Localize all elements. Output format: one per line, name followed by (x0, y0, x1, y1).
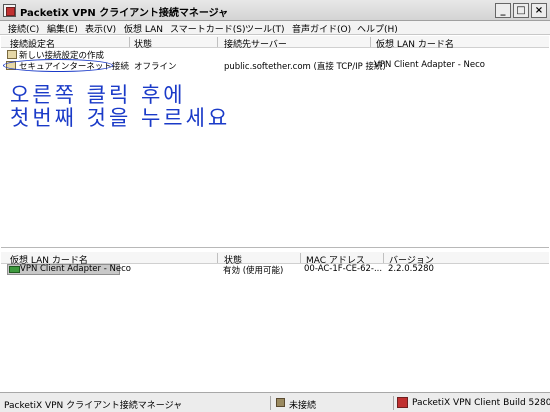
menu-edit[interactable]: 編集(E) (47, 22, 78, 35)
network-adapter-icon (9, 266, 20, 273)
menu-smartcard[interactable]: スマートカード(S) (170, 22, 245, 35)
status-build: PacketiX VPN Client Build 5280 (412, 398, 550, 408)
adapter-mac: 00-AC-1F-CE-62-... (304, 264, 383, 274)
new-connection-icon (7, 50, 17, 59)
annotation-line-2: 첫번째 것을 누르세요 (10, 106, 231, 130)
status-app-name: PacketiX VPN クライアント接続マネージャ (4, 401, 183, 411)
list-item-adapter[interactable]: VPN Client Adapter - Neco 有効 (使用可能) 00-A… (1, 264, 549, 276)
menu-connection[interactable]: 接続(C) (8, 22, 39, 35)
packetix-logo-icon (397, 397, 408, 408)
connection-list-header: 接続設定名 状態 接続先サーバー 仮想 LAN カード名 (1, 36, 549, 50)
adapter-status: 有効 (使用可能) (223, 266, 284, 276)
menu-tools[interactable]: ツール(T) (245, 22, 285, 35)
minimize-button[interactable]: _ (495, 3, 511, 18)
menu-bar: 接続(C) 編集(E) 表示(V) 仮想 LAN スマートカード(S) ツール(… (0, 21, 550, 35)
app-icon (3, 4, 16, 17)
adapter-version: 2.2.0.5280 (388, 264, 434, 274)
status-bar: PacketiX VPN クライアント接続マネージャ 未接続 PacketiX … (0, 392, 550, 412)
maximize-button[interactable]: □ (513, 3, 529, 18)
connection-status: オフライン (134, 62, 177, 72)
menu-voice-guide[interactable]: 音声ガイド(O) (292, 22, 351, 35)
window-title: PacketiX VPN クライアント接続マネージャ (20, 8, 229, 19)
list-item-new-connection[interactable]: 新しい接続設定の作成 (1, 49, 549, 61)
title-bar: PacketiX VPN クライアント接続マネージャ _ □ × (0, 0, 550, 21)
close-button[interactable]: × (531, 3, 547, 18)
adapter-list-header: 仮想 LAN カード名 状態 MAC アドレス バージョン (1, 252, 549, 266)
menu-view[interactable]: 表示(V) (85, 22, 116, 35)
annotation-circle (3, 59, 113, 72)
menu-virtual-lan[interactable]: 仮想 LAN (124, 22, 163, 35)
adapter-name: VPN Client Adapter - Neco (20, 264, 131, 274)
status-connection: 未接続 (289, 401, 317, 411)
menu-help[interactable]: ヘルプ(H) (357, 22, 398, 35)
connection-adapter: VPN Client Adapter - Neco (374, 60, 485, 70)
lock-icon (276, 398, 285, 407)
connection-server: public.softether.com (直接 TCP/IP 接続) (224, 62, 386, 72)
